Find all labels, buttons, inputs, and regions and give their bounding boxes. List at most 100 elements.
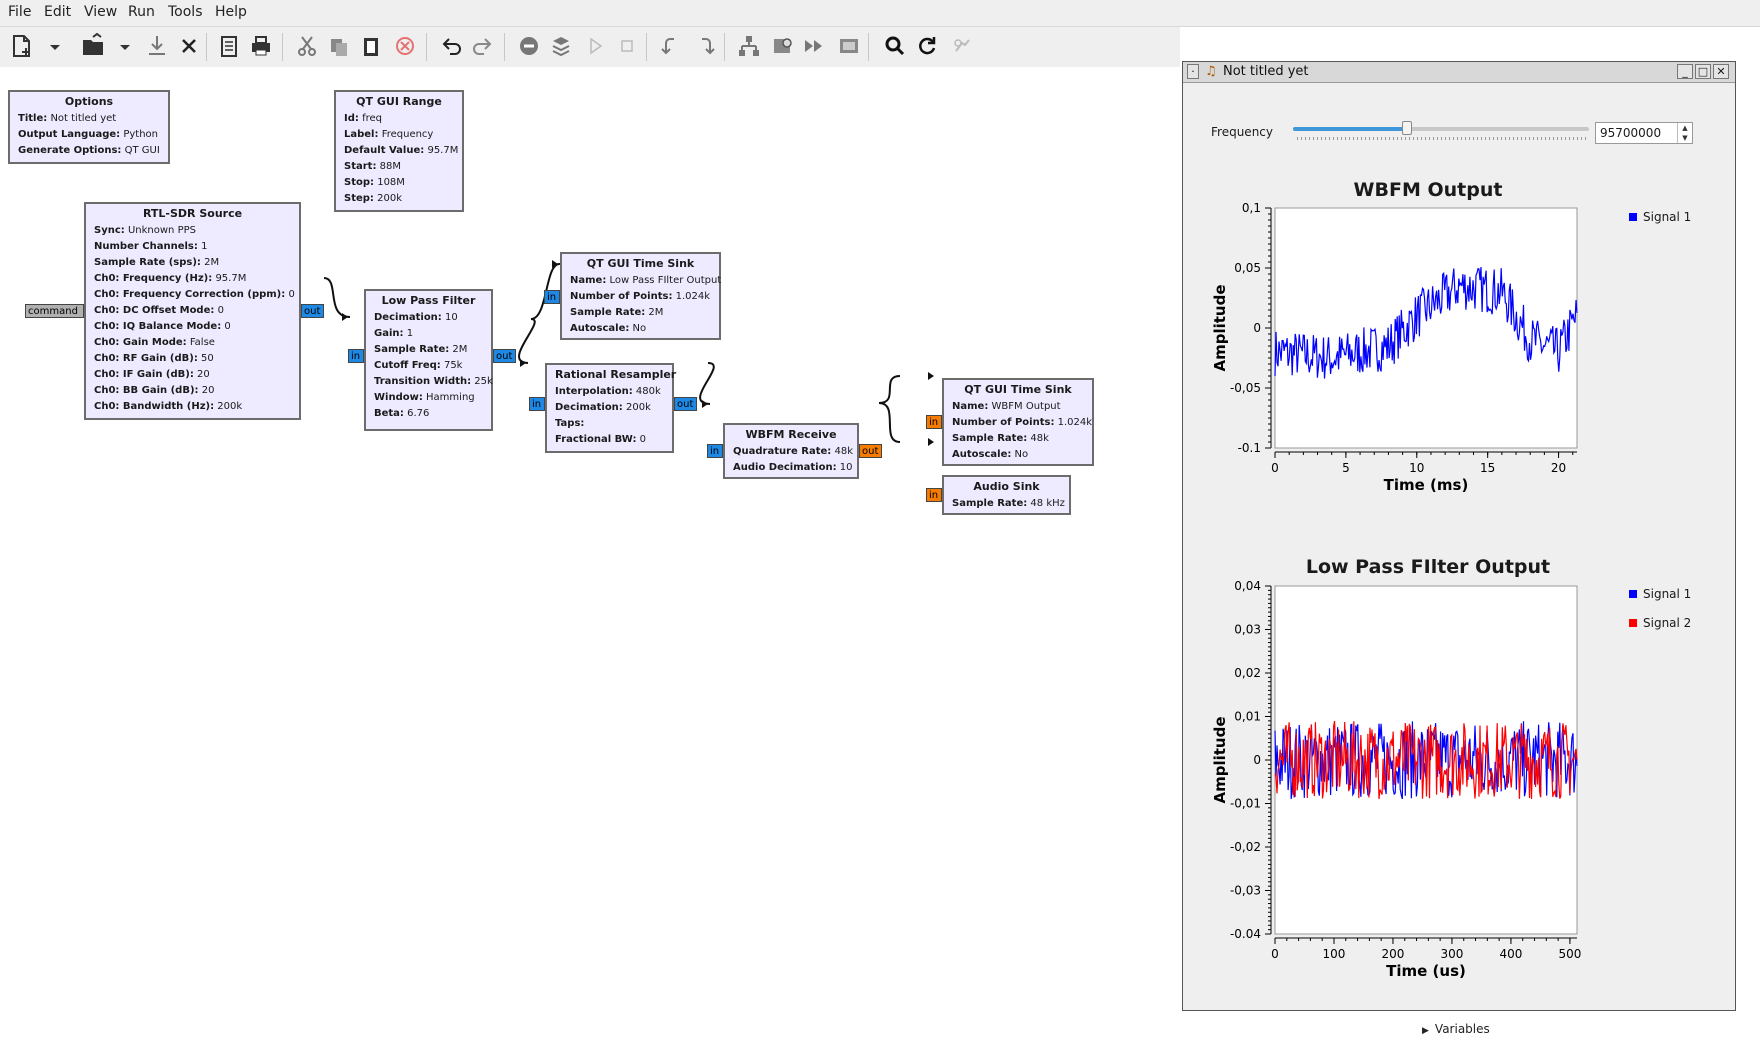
- generate-icon[interactable]: [800, 31, 830, 61]
- document-icon[interactable]: [214, 31, 244, 61]
- block-title: RTL-SDR Source: [142, 207, 243, 220]
- bypass-icon[interactable]: [546, 31, 576, 61]
- new-icon[interactable]: [6, 31, 36, 61]
- y-tick-label: -0,03: [1230, 884, 1261, 898]
- hierarchy-icon[interactable]: [734, 31, 764, 61]
- plot-title: Low Pass FIlter Output: [1305, 556, 1551, 578]
- fullscreen-icon[interactable]: [834, 31, 864, 61]
- spin-arrows-icon[interactable]: ▲ ▼: [1677, 123, 1692, 143]
- window-menu-icon[interactable]: ·: [1187, 64, 1199, 79]
- paste-icon[interactable]: [356, 31, 386, 61]
- y-tick-label: 0: [1253, 321, 1261, 335]
- x-tick-label: 200: [1382, 947, 1405, 961]
- frequency-slider[interactable]: [1293, 121, 1589, 135]
- block-param: Step: 200k: [344, 193, 402, 204]
- wbfm-receive-block[interactable]: WBFM Receive Quadrature Rate: 48k Audio …: [723, 423, 859, 479]
- block-param: Start: 88M: [344, 161, 401, 172]
- open-icon[interactable]: [78, 31, 108, 61]
- minimize-icon[interactable]: _: [1677, 64, 1693, 79]
- cut-icon[interactable]: [292, 31, 322, 61]
- menu-help[interactable]: Help: [215, 4, 247, 20]
- input-port[interactable]: in: [926, 415, 942, 429]
- qt-output-window[interactable]: · ♫ Not titled yet _ □ ✕ Frequency 95700…: [1182, 61, 1736, 1011]
- execute-icon[interactable]: [580, 31, 610, 61]
- reload-icon[interactable]: [912, 31, 942, 61]
- command-port[interactable]: command: [25, 304, 84, 318]
- y-axis-label: Amplitude: [1211, 716, 1229, 803]
- plot-title: WBFM Output: [1353, 179, 1503, 201]
- block-title: QT GUI Time Sink: [964, 383, 1072, 396]
- x-tick-label: 100: [1323, 947, 1346, 961]
- block-param: Ch0: IQ Balance Mode: 0: [94, 321, 231, 332]
- block-param: Name: Low Pass FIlter Output: [570, 275, 722, 286]
- input-port[interactable]: in: [348, 349, 364, 363]
- x-tick-label: 15: [1480, 461, 1495, 475]
- stop-icon[interactable]: [612, 31, 642, 61]
- rational-resampler-block[interactable]: Rational Resampler Interpolation: 480k D…: [545, 363, 677, 453]
- block-param: Generate Options: QT GUI: [18, 145, 160, 156]
- save-icon[interactable]: [142, 31, 172, 61]
- slider-handle[interactable]: [1401, 121, 1412, 135]
- rotate-left-icon[interactable]: [656, 31, 686, 61]
- close-icon[interactable]: [174, 31, 204, 61]
- delete-icon[interactable]: [390, 31, 420, 61]
- qt-gui-time-sink-lpf-block[interactable]: QT GUI Time Sink Name: Low Pass FIlter O…: [560, 252, 721, 340]
- low-pass-filter-block[interactable]: Low Pass Filter Decimation: 10 Gain: 1 S…: [364, 289, 493, 431]
- block-param: Ch0: IF Gain (dB): 20: [94, 369, 210, 380]
- toolbar-separator: [724, 33, 725, 61]
- legend-item: Signal 1: [1629, 587, 1691, 601]
- output-port[interactable]: out: [674, 397, 697, 411]
- legend-item: Signal 2: [1629, 616, 1691, 630]
- open-dropdown-icon[interactable]: [110, 31, 130, 61]
- flowgraph-canvas[interactable]: Options Title: Not titled yet Output Lan…: [0, 67, 1180, 1043]
- y-tick-label: 0,03: [1234, 623, 1261, 637]
- qt-gui-time-sink-wbfm-block[interactable]: QT GUI Time Sink Name: WBFM Output Numbe…: [942, 378, 1094, 466]
- block-title: Rational Resampler: [555, 368, 677, 381]
- window-edge: [1744, 61, 1760, 1011]
- menu-edit[interactable]: Edit: [44, 4, 71, 20]
- block-param: Cutoff Freq: 75k: [374, 360, 463, 371]
- menu-run[interactable]: Run: [128, 4, 155, 20]
- maximize-icon[interactable]: □: [1695, 64, 1711, 79]
- input-port[interactable]: in: [707, 444, 723, 458]
- rotate-right-icon[interactable]: [690, 31, 720, 61]
- block-param: Sample Rate: 48k: [952, 433, 1049, 444]
- search-icon[interactable]: [880, 31, 910, 61]
- lpf-output-plot[interactable]: 0,04 0,03 0,02 0,01 0 -0,01 -0,02 -0,03 -0.04 0 10…: [1183, 580, 1735, 980]
- menu-tools[interactable]: Tools: [168, 4, 203, 20]
- rtl-sdr-source-block[interactable]: RTL-SDR Source Sync: Unknown PPS Number …: [84, 202, 301, 420]
- toolbar-separator: [282, 33, 283, 61]
- window-titlebar[interactable]: · ♫ Not titled yet _ □ ✕: [1183, 62, 1735, 83]
- menu-view[interactable]: View: [84, 4, 117, 20]
- options-block[interactable]: Options Title: Not titled yet Output Lan…: [8, 90, 170, 164]
- y-tick-label: -0,01: [1230, 797, 1261, 811]
- toolbar: [0, 27, 1180, 67]
- qt-gui-range-block[interactable]: QT GUI Range Id: freq Label: Frequency D…: [334, 90, 464, 212]
- undo-icon[interactable]: [436, 31, 466, 61]
- copy-icon[interactable]: [324, 31, 354, 61]
- y-tick-label: 0,05: [1234, 261, 1261, 275]
- print-icon[interactable]: [246, 31, 276, 61]
- audio-sink-block[interactable]: Audio Sink Sample Rate: 48 kHz: [942, 475, 1071, 515]
- find-block-icon[interactable]: [768, 31, 798, 61]
- output-port[interactable]: out: [859, 444, 882, 458]
- disable-icon[interactable]: [514, 31, 544, 61]
- y-tick-label: -0.04: [1230, 927, 1261, 941]
- plot-area: [1274, 207, 1578, 449]
- input-port[interactable]: in: [926, 488, 942, 502]
- output-port[interactable]: out: [301, 304, 324, 318]
- menu-file[interactable]: File: [8, 4, 31, 20]
- input-port[interactable]: in: [544, 290, 560, 304]
- variables-toggle[interactable]: ▶ Variables: [1422, 1022, 1490, 1036]
- legend-swatch: [1629, 619, 1637, 627]
- toolbar-separator: [504, 33, 505, 61]
- new-dropdown-icon[interactable]: [40, 31, 60, 61]
- redo-icon[interactable]: [468, 31, 498, 61]
- debug-icon[interactable]: [946, 31, 976, 61]
- output-port[interactable]: out: [493, 349, 516, 363]
- x-tick-label: 10: [1409, 461, 1424, 475]
- frequency-spinbox[interactable]: 95700000 ▲ ▼: [1595, 122, 1693, 144]
- input-port[interactable]: in: [529, 397, 545, 411]
- close-window-icon[interactable]: ✕: [1713, 64, 1729, 79]
- wbfm-output-plot[interactable]: 0,1 0,05 0 -0,05 -0.1 0 5 10 15 20 Time (ms) Amplit…: [1183, 202, 1735, 542]
